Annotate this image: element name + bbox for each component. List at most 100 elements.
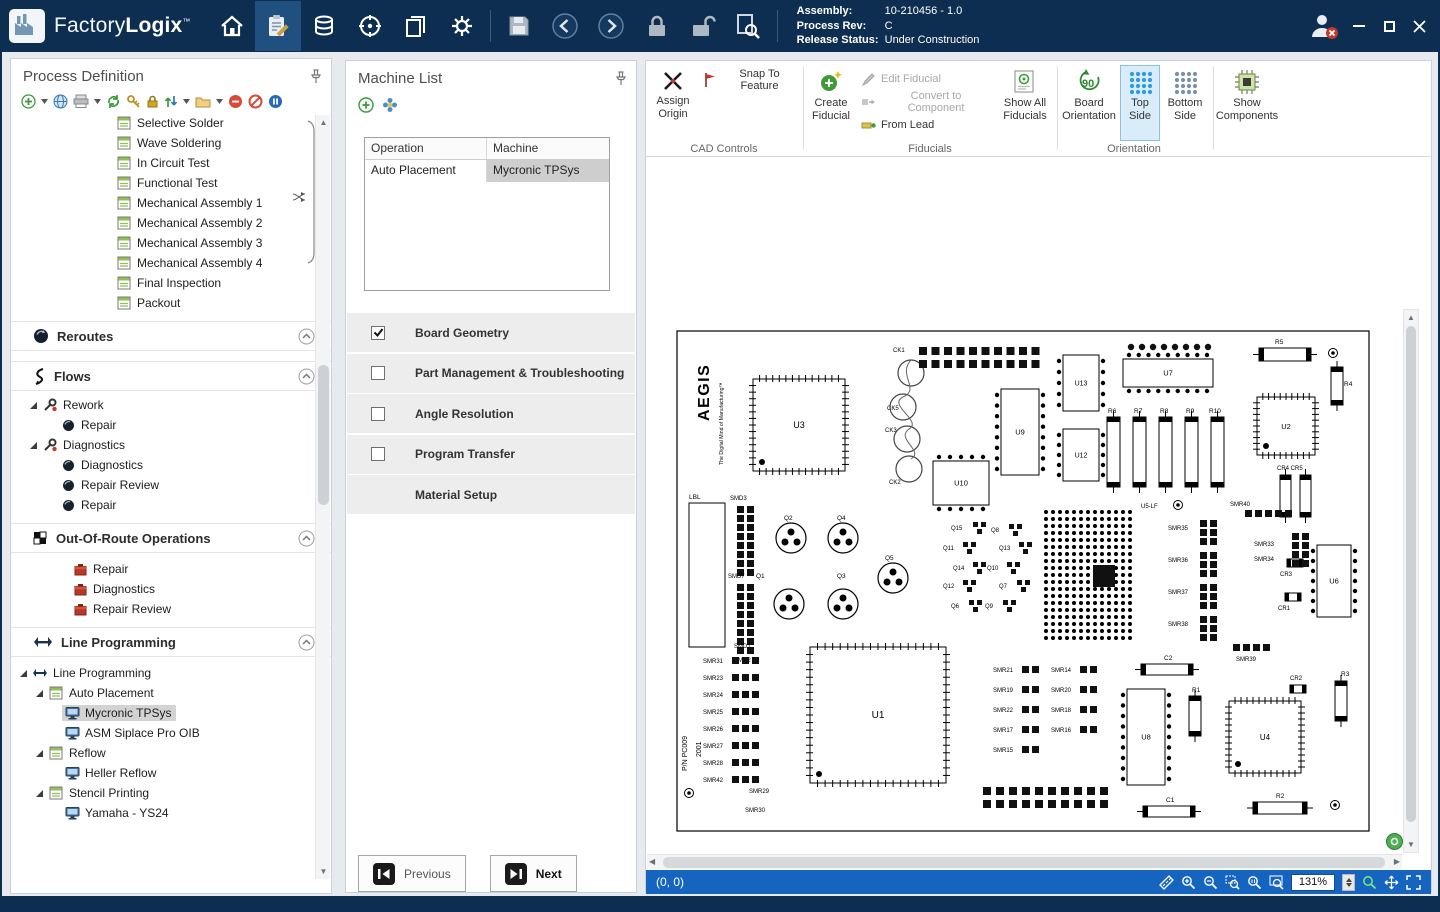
tree-expander-icon[interactable] [33, 789, 46, 798]
left-panel-scrollbar[interactable]: ▲ ▼ [315, 115, 330, 879]
collapse-chevron-icon[interactable] [298, 368, 315, 385]
tree-expander-icon[interactable] [17, 669, 30, 678]
zoom-level-value[interactable]: 131% [1291, 874, 1335, 891]
line-programming-item[interactable]: Mycronic TPSys [11, 703, 331, 723]
deployment-icon[interactable] [347, 1, 393, 51]
view-options-icon[interactable] [1386, 833, 1403, 850]
zoom-out-icon[interactable] [1203, 875, 1218, 890]
cad-vertical-scrollbar[interactable]: ▲ ▼ [1403, 309, 1419, 853]
dropdown-caret-icon[interactable] [183, 99, 190, 104]
remove-icon[interactable] [228, 94, 243, 109]
snap-to-feature-button[interactable]: Snap To Feature [698, 69, 802, 91]
pause-icon[interactable] [268, 94, 283, 109]
assign-origin-button[interactable]: Assign Origin [648, 65, 698, 141]
line-programming-item[interactable]: ASM Siplace Pro OIB [11, 723, 331, 743]
section-out-of-route[interactable]: Out-Of-Route Operations [11, 523, 331, 553]
pan-icon[interactable] [1384, 875, 1399, 890]
create-fiducial-button[interactable]: Create Fiducial [807, 65, 855, 141]
fit-view-icon[interactable] [1406, 875, 1421, 890]
home-icon[interactable] [209, 1, 255, 51]
maximize-icon[interactable] [1374, 12, 1404, 40]
out-of-route-item[interactable]: Repair Review [11, 599, 331, 619]
dropdown-caret-icon[interactable] [216, 99, 223, 104]
dropdown-caret-icon[interactable] [94, 99, 101, 104]
operation-item[interactable]: Packout [11, 293, 331, 313]
data-management-icon[interactable] [301, 1, 347, 51]
settings-flower-icon[interactable] [382, 97, 398, 113]
process-definition-icon[interactable] [255, 1, 301, 51]
checkbox[interactable] [371, 326, 385, 340]
line-programming-item[interactable]: Auto Placement [11, 683, 331, 703]
dropdown-caret-icon[interactable] [41, 99, 48, 104]
back-icon[interactable] [542, 1, 588, 51]
pin-icon[interactable] [310, 69, 322, 84]
operation-item[interactable]: Mechanical Assembly 4 [11, 253, 331, 273]
previous-button[interactable]: Previous [358, 855, 466, 892]
section-line-programming[interactable]: Line Programming [11, 627, 331, 657]
settings-icon[interactable] [439, 1, 485, 51]
next-button[interactable]: Next [490, 855, 577, 892]
forward-icon[interactable] [588, 1, 634, 51]
pin-icon[interactable] [615, 71, 627, 86]
edit-fiducial-button[interactable]: Edit Fiducial [856, 68, 976, 90]
transfer-icon[interactable] [164, 94, 178, 109]
checkbox[interactable] [371, 407, 385, 421]
operation-item[interactable]: Mechanical Assembly 3 [11, 233, 331, 253]
operation-item[interactable]: In Circuit Test [11, 153, 331, 173]
column-header[interactable]: Machine [487, 138, 609, 159]
section-reroutes[interactable]: Reroutes [11, 321, 331, 351]
zoom-window-icon[interactable] [1225, 875, 1240, 890]
line-programming-item[interactable]: Heller Reflow [11, 763, 331, 783]
block-icon[interactable] [248, 94, 263, 109]
operation-item[interactable]: Final Inspection [11, 273, 331, 293]
unlock-icon[interactable] [680, 1, 726, 51]
checkbox[interactable] [371, 366, 385, 380]
key-icon[interactable] [126, 94, 141, 109]
zoom-spinner[interactable] [1342, 874, 1355, 891]
top-side-button[interactable]: Top Side [1120, 65, 1160, 141]
line-programming-item[interactable]: Yamaha - YS24 [11, 803, 331, 823]
flow-item[interactable]: Repair Review [11, 475, 331, 495]
show-components-button[interactable]: Show Components [1218, 65, 1276, 141]
flow-item[interactable]: Diagnostics [11, 455, 331, 475]
add-icon[interactable] [21, 94, 36, 109]
scroll-left-icon[interactable]: ◀ [649, 857, 655, 866]
flow-item[interactable]: Diagnostics [11, 435, 331, 455]
audit-search-icon[interactable] [726, 1, 772, 51]
out-of-route-item[interactable]: Repair [11, 559, 331, 579]
machine-table[interactable]: OperationMachineAuto PlacementMycronic T… [364, 137, 610, 291]
line-programming-item[interactable]: Reflow [11, 743, 331, 763]
print-icon[interactable] [73, 94, 89, 108]
cad-horizontal-scrollbar[interactable]: ◀ ▶ [647, 854, 1402, 869]
sync-icon[interactable] [106, 94, 121, 109]
tree-expander-icon[interactable] [27, 441, 40, 450]
board-orientation-button[interactable]: 90 Board Orientation [1061, 65, 1117, 141]
zoom-in-icon[interactable] [1181, 875, 1196, 890]
close-icon[interactable] [1404, 12, 1434, 40]
machine-table-row[interactable]: Auto PlacementMycronic TPSys [365, 160, 609, 182]
checklist-row[interactable]: Angle Resolution [347, 394, 635, 433]
checklist-row[interactable]: Part Management & Troubleshooting [347, 354, 635, 393]
scrollbar-thumb[interactable] [1406, 326, 1416, 822]
scroll-down-icon[interactable]: ▼ [1404, 837, 1418, 852]
collapse-chevron-icon[interactable] [298, 634, 315, 651]
scrollbar-thumb[interactable] [318, 365, 329, 505]
tree-expander-icon[interactable] [33, 749, 46, 758]
machine-cell[interactable]: Mycronic TPSys [487, 160, 609, 182]
flow-item[interactable]: Rework [11, 395, 331, 415]
operation-item[interactable]: Functional Test [11, 173, 331, 193]
operation-item[interactable]: Mechanical Assembly 2 [11, 213, 331, 233]
measure-icon[interactable] [1159, 875, 1174, 890]
zoom-region-icon[interactable] [1362, 875, 1377, 890]
scroll-right-icon[interactable]: ▶ [1394, 857, 1400, 866]
tree-expander-icon[interactable] [33, 689, 46, 698]
collapse-chevron-icon[interactable] [298, 530, 315, 547]
scroll-down-icon[interactable]: ▼ [316, 864, 331, 879]
save-icon[interactable] [496, 1, 542, 51]
bottom-side-button[interactable]: Bottom Side [1163, 65, 1207, 141]
convert-to-component-button[interactable]: Convert to Component [856, 91, 996, 113]
operation-item[interactable]: Selective Solder [11, 113, 331, 133]
lock-gold-icon[interactable] [146, 94, 159, 109]
line-programming-item[interactable]: Stencil Printing [11, 783, 331, 803]
checklist-row[interactable]: Material Setup [347, 475, 635, 514]
